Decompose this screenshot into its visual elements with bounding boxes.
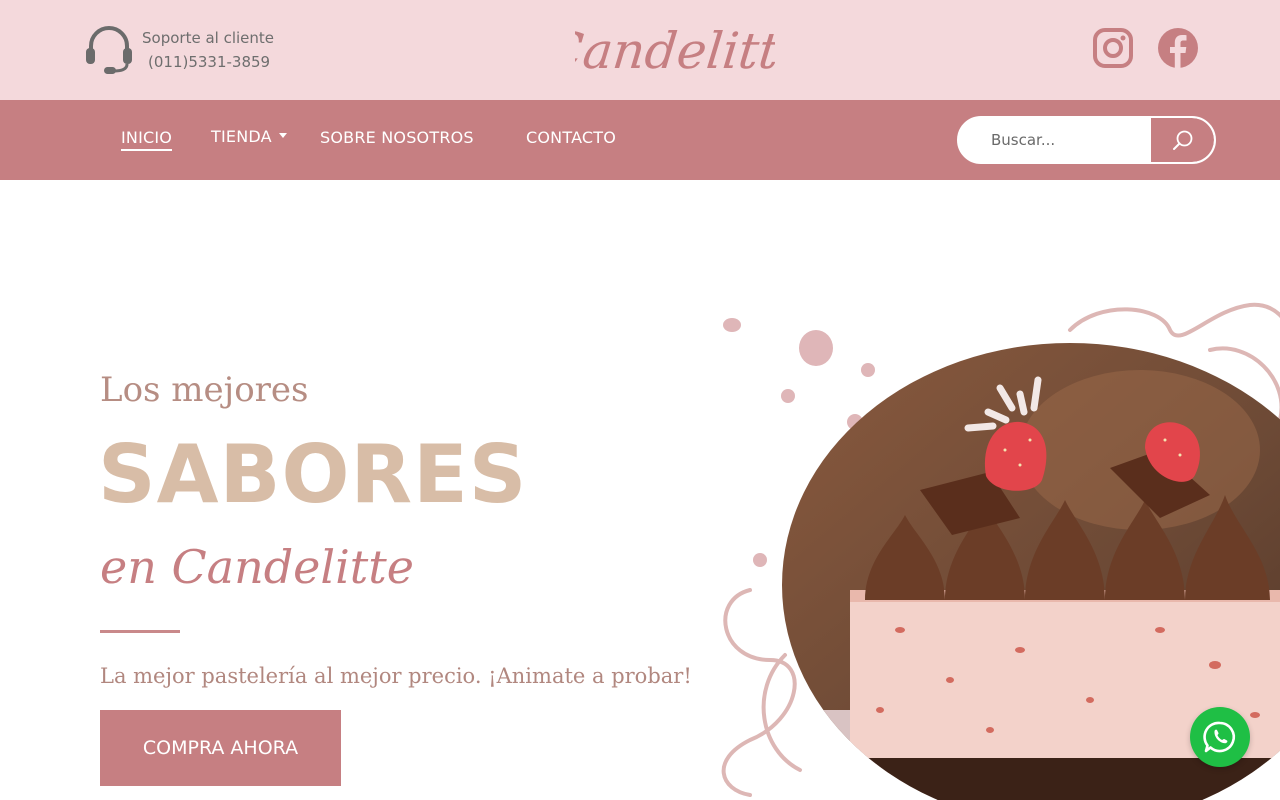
hero-pretitle: Los mejores <box>100 370 309 410</box>
search-box <box>957 116 1216 164</box>
nav-item-label: INICIO <box>121 128 173 147</box>
nav-item-sobre-nosotros[interactable]: SOBRE NOSOTROS <box>320 128 474 147</box>
search-icon <box>1172 130 1192 150</box>
nav-item-contacto[interactable]: CONTACTO <box>526 128 616 147</box>
nav-item-label: CONTACTO <box>526 128 617 147</box>
nav-item-tienda[interactable]: TIENDA <box>211 127 287 146</box>
headset-icon <box>86 26 132 74</box>
brand-logo[interactable]: Candelitte <box>575 10 775 90</box>
top-bar: Soporte al cliente (011)5331-3859 Candel… <box>0 0 1280 100</box>
nav-item-inicio[interactable]: INICIO <box>121 128 173 151</box>
whatsapp-icon <box>1203 721 1236 753</box>
hero-divider <box>100 630 180 633</box>
caret-down-icon <box>278 133 287 138</box>
search-button[interactable] <box>1151 118 1214 162</box>
facebook-icon[interactable] <box>1157 27 1199 69</box>
logo-text: Candelitte <box>575 21 775 80</box>
hero-subtitle: La mejor pastelería al mejor precio. ¡An… <box>100 664 692 688</box>
search-input[interactable] <box>959 118 1151 162</box>
hero-cake-image <box>721 302 1280 800</box>
nav-item-label: SOBRE NOSOTROS <box>320 128 474 147</box>
support-phone[interactable]: (011)5331-3859 <box>142 50 274 74</box>
nav-item-label: TIENDA <box>211 127 272 146</box>
buy-now-button[interactable]: COMPRA AHORA <box>100 710 341 786</box>
support-label: Soporte al cliente <box>142 29 274 47</box>
hero-script-title: en Candelitte <box>100 540 415 594</box>
hero-title: SABORES <box>98 428 528 521</box>
customer-support: Soporte al cliente (011)5331-3859 <box>84 24 274 76</box>
whatsapp-button[interactable] <box>1190 707 1250 767</box>
instagram-icon[interactable] <box>1092 27 1134 69</box>
